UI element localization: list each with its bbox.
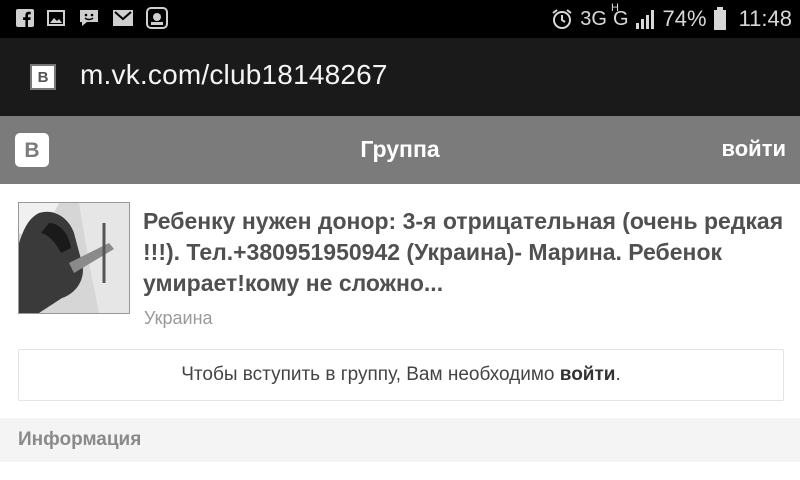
page-title: Группа (360, 136, 440, 162)
gallery-icon (47, 10, 65, 26)
browser-address-bar[interactable]: B m.vk.com/club18148267 (0, 38, 800, 116)
join-notice-suffix: . (615, 364, 621, 385)
system-status: 3G H G 74% 11:48 (550, 2, 792, 33)
alarm-icon (552, 9, 572, 29)
info-section-title: Информация (18, 429, 142, 450)
join-login-link[interactable]: войти (560, 364, 616, 385)
join-notice-text: Чтобы вступить в группу, Вам необходимо (181, 364, 560, 385)
network-secondary: H G (611, 2, 629, 31)
group-avatar-image (19, 203, 129, 313)
info-section-header: Информация (0, 418, 800, 462)
battery-percent: 74% (662, 6, 707, 31)
facebook-icon (16, 9, 34, 27)
header-title-container: Группа (0, 136, 800, 163)
network-h-badge: H (610, 1, 619, 14)
notification-icons (16, 7, 168, 29)
chat-icon (80, 10, 98, 26)
battery-icon (713, 7, 726, 30)
login-link[interactable]: войти (722, 136, 787, 162)
group-location: Украина (144, 308, 213, 328)
signal-icon (635, 10, 654, 29)
vk-logo-letter: B (24, 138, 40, 162)
site-favicon-icon: B (30, 64, 56, 90)
mail-icon (113, 10, 133, 26)
vk-notification-icon (146, 7, 168, 29)
join-notice: Чтобы вступить в группу, Вам необходимо … (18, 349, 784, 401)
vk-logo-icon[interactable]: B (15, 133, 49, 167)
clock: 11:48 (738, 6, 792, 31)
group-name: Ребенку нужен донор: 3-я отрицательная (… (143, 208, 784, 296)
status-bar: 3G H G 74% 11:48 (0, 0, 800, 38)
url-field[interactable]: m.vk.com/club18148267 (80, 59, 388, 91)
group-avatar[interactable] (18, 202, 130, 314)
network-type: 3G (580, 7, 607, 30)
favicon-letter: B (37, 68, 49, 86)
vk-header: B Группа войти (0, 116, 800, 184)
